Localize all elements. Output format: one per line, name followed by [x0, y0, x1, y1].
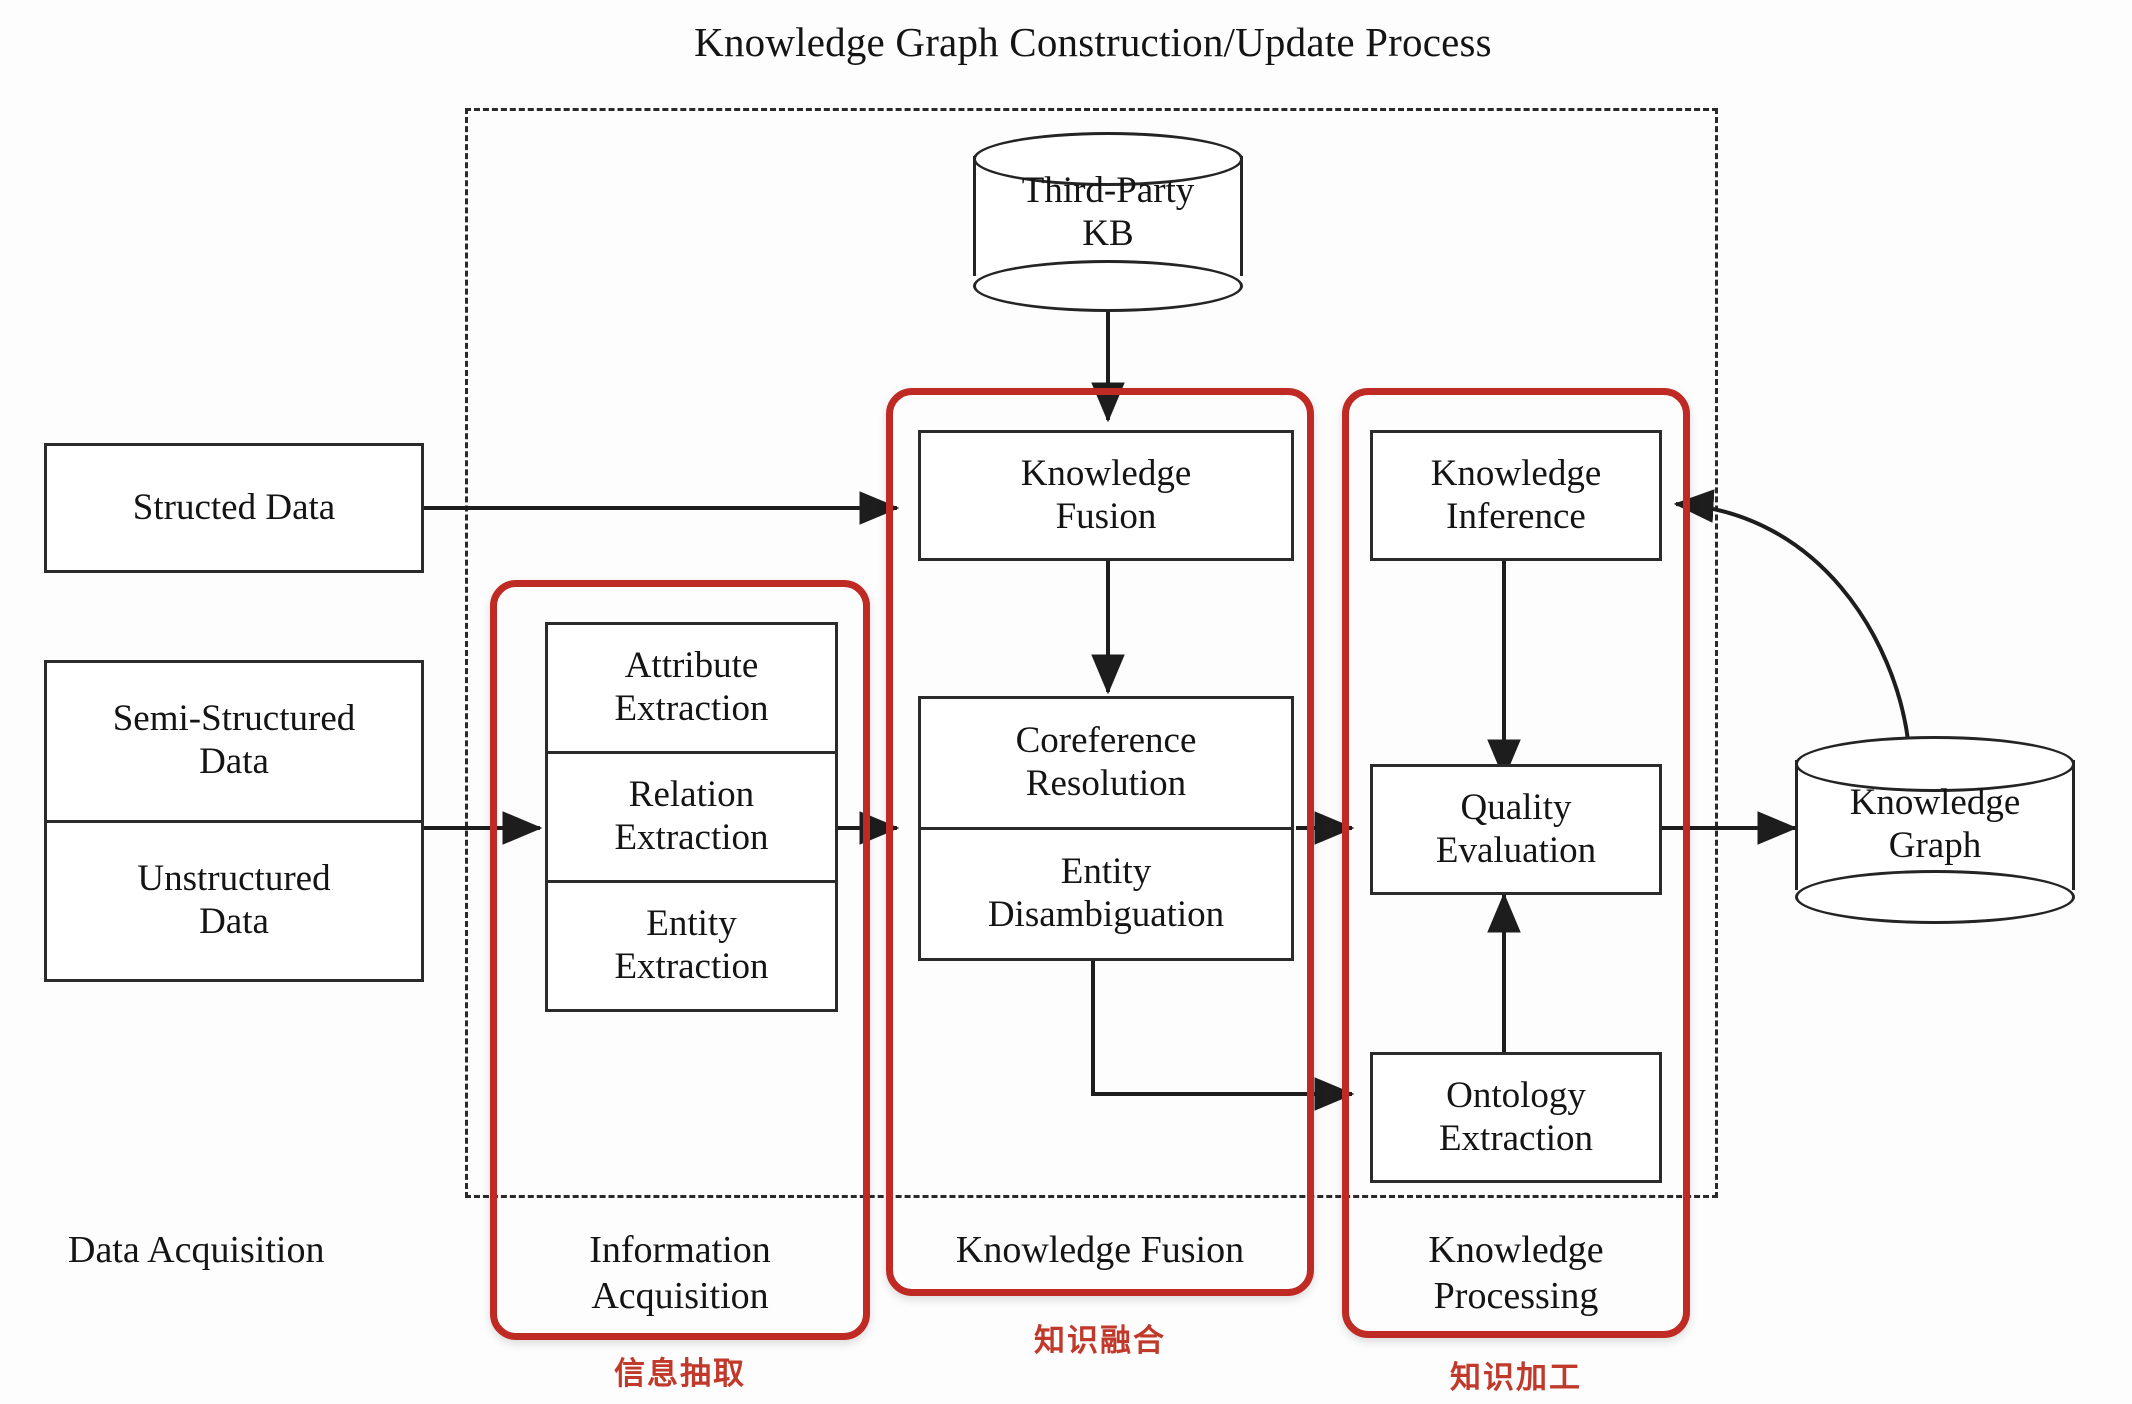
page-title: Knowledge Graph Construction/Update Proc… — [694, 19, 1492, 65]
node-structured-data[interactable]: Structed Data — [44, 443, 424, 573]
cn-caption-knowledge-fusion: 知识融合 — [1034, 1323, 1166, 1359]
cylinder-third-party-kb-label: Third-Party KB — [1021, 170, 1195, 254]
cylinder-third-party-kb[interactable]: Third-Party KB — [973, 128, 1243, 312]
node-attribute-extraction[interactable]: Attribute Extraction — [548, 625, 835, 751]
node-coreference-resolution[interactable]: Coreference Resolution — [921, 699, 1291, 827]
caption-data-acquisition: Data Acquisition — [68, 1229, 325, 1271]
diagram-canvas: Knowledge Graph Construction/Update Proc… — [0, 0, 2132, 1404]
node-information-acquisition-group[interactable]: Attribute Extraction Relation Extraction… — [545, 622, 838, 1012]
node-unstructured-sources[interactable]: Semi-Structured Data Unstructured Data — [44, 660, 424, 982]
cylinder-bottom-ellipse — [973, 260, 1243, 312]
cn-caption-knowledge-processing: 知识加工 — [1450, 1360, 1582, 1396]
node-quality-evaluation[interactable]: Quality Evaluation — [1370, 764, 1662, 895]
node-unstructured-data[interactable]: Unstructured Data — [47, 819, 421, 980]
node-knowledge-fusion[interactable]: Knowledge Fusion — [918, 430, 1294, 561]
node-knowledge-inference[interactable]: Knowledge Inference — [1370, 430, 1662, 561]
cylinder-knowledge-graph-label: Knowledge Graph — [1849, 782, 2021, 866]
node-fusion-subprocess-group[interactable]: Coreference Resolution Entity Disambigua… — [918, 696, 1294, 961]
node-semi-structured-data[interactable]: Semi-Structured Data — [47, 663, 421, 820]
caption-information-acquisition: Information Acquisition — [589, 1229, 771, 1317]
node-relation-extraction[interactable]: Relation Extraction — [548, 751, 835, 880]
cylinder-knowledge-graph[interactable]: Knowledge Graph — [1795, 730, 2075, 924]
caption-knowledge-fusion: Knowledge Fusion — [955, 1229, 1245, 1271]
caption-knowledge-processing: Knowledge Processing — [1428, 1229, 1604, 1317]
node-entity-extraction[interactable]: Entity Extraction — [548, 880, 835, 1009]
node-ontology-extraction[interactable]: Ontology Extraction — [1370, 1052, 1662, 1183]
cn-caption-information-acquisition: 信息抽取 — [614, 1356, 746, 1392]
node-entity-disambiguation[interactable]: Entity Disambiguation — [921, 827, 1291, 958]
cylinder-bottom-ellipse — [1795, 870, 2075, 924]
